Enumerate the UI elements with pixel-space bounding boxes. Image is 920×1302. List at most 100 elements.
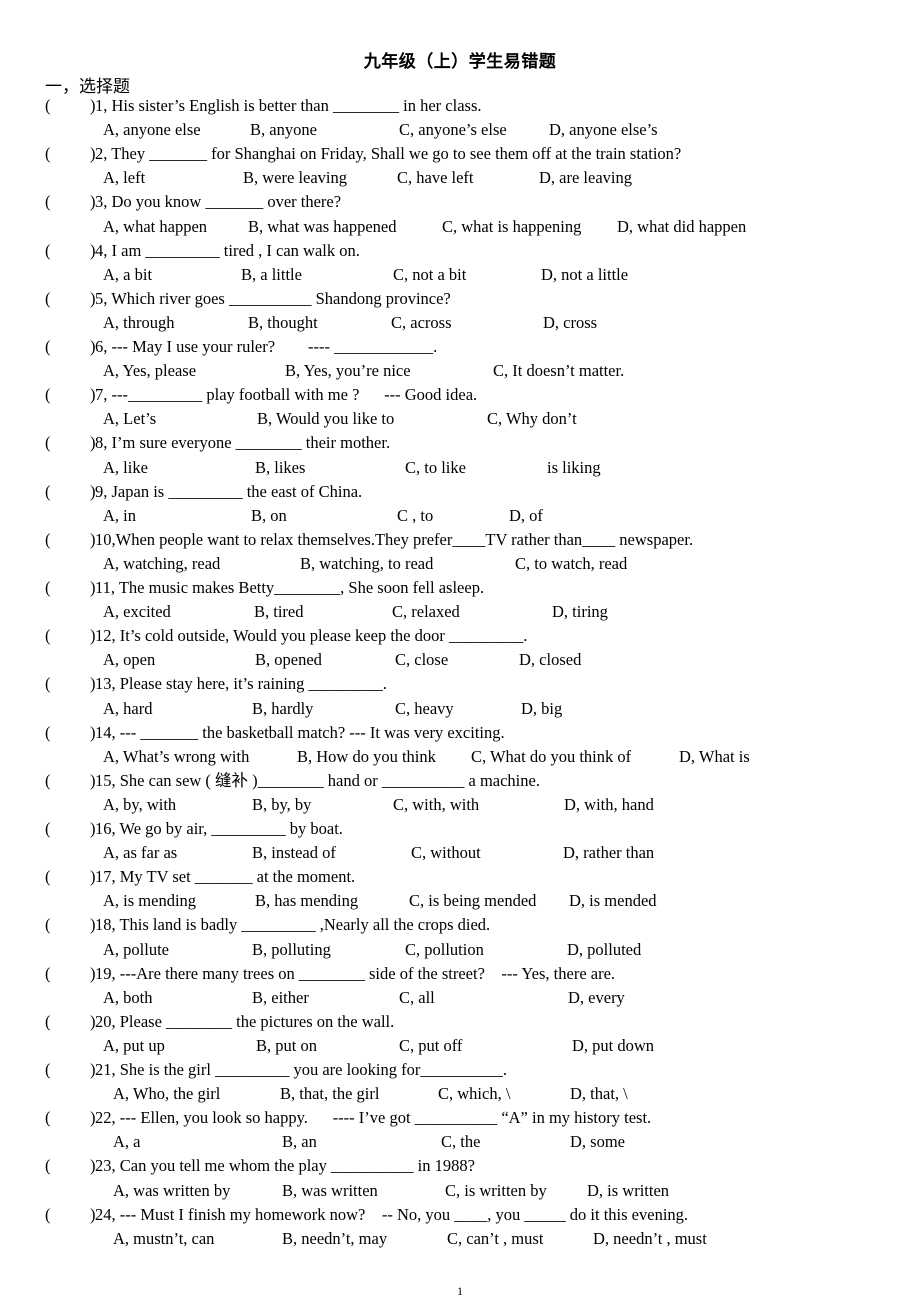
question-22-options: A, a B, an C, the D, some	[0, 1131, 920, 1153]
answer-option: C, close	[395, 650, 449, 670]
answer-blank-open: (	[45, 1156, 51, 1176]
answer-option: C, put off	[399, 1036, 463, 1055]
question-stem: 8, I’m sure everyone ________ their moth…	[95, 433, 391, 453]
question-18-options: A, pollute B, polluting C, pollution D, pol…	[0, 939, 920, 961]
question-20-options: A, put up B, put on C, put off D, put down	[0, 1035, 920, 1057]
answer-option: D, needn’t , must	[593, 1228, 707, 1248]
answer-blank-open: (	[45, 288, 51, 308]
answer-option: D, cross	[543, 313, 598, 332]
question-16-options: A, as far as B, instead of C, without D, ra…	[0, 842, 920, 864]
question-stem: 22, --- Ellen, you look so happy. ---- I…	[95, 1108, 652, 1128]
answer-option: A, like	[103, 457, 148, 477]
answer-blank-open: (	[45, 433, 51, 453]
question-stem: 20, Please ________ the pictures on the …	[95, 1011, 395, 1031]
answer-option: B, thought	[248, 313, 318, 332]
document-title: 九年级（上）学生易错题	[363, 52, 557, 71]
answer-blank-open: (	[45, 529, 51, 549]
answer-blank-open: (	[45, 722, 51, 742]
answer-option: B, instead of	[252, 843, 336, 863]
answer-option: B, what was happened	[248, 216, 397, 236]
answer-option: A, Let’s	[103, 409, 157, 429]
answer-option: C, what is happening	[442, 216, 582, 236]
answer-option: C , to	[397, 505, 434, 525]
question-21-options: A, Who, the girl B, that, the girl C, whic…	[0, 1083, 920, 1105]
section-heading: 一，选择题	[45, 77, 130, 96]
answer-blank-open: (	[45, 674, 51, 694]
answer-blank-open: (	[45, 626, 51, 646]
answer-option: D, of	[509, 505, 543, 525]
answer-option: B, polluting	[252, 939, 331, 959]
answer-option: B, was written	[282, 1180, 378, 1200]
answer-option: D, closed	[519, 650, 582, 670]
answer-option: D, every	[568, 987, 625, 1007]
answer-option: B, hardly	[252, 698, 314, 718]
question-stem: 2, They _______ for Shanghai on Friday, …	[95, 144, 682, 164]
question-stem: 24, --- Must I finish my homework now? -…	[95, 1204, 689, 1224]
question-stem: 10,When people want to relax themselves.…	[95, 529, 694, 549]
answer-option: B, How do you think	[297, 746, 436, 766]
answer-blank-open: (	[45, 337, 51, 356]
page-number: 1	[457, 1284, 463, 1298]
question-stem: 3, Do you know _______ over there?	[95, 192, 342, 212]
answer-option: D, what did happen	[617, 216, 747, 236]
answer-blank-open: (	[45, 963, 51, 983]
answer-option: B, likes	[255, 457, 306, 477]
answer-blank-open: (	[45, 770, 51, 790]
answer-option: A, Who, the girl	[113, 1084, 221, 1104]
answer-option: A, excited	[103, 602, 171, 622]
answer-option: C, Why don’t	[487, 409, 577, 429]
question-7-options: A, Let’s B, Would you like to C, Why don’t	[0, 408, 920, 430]
question-stem: 6, --- May I use your ruler? ---- ______…	[95, 337, 438, 356]
answer-option: D, are leaving	[539, 168, 632, 188]
question-13-options: A, hard B, hardly C, heavy D, big	[0, 698, 920, 720]
answer-option: B, anyone	[250, 120, 317, 140]
answer-option: B, on	[251, 505, 287, 525]
question-9-options: A, in B, on C , to D, of	[0, 505, 920, 527]
question-stem: 1, His sister’s English is better than _…	[95, 96, 482, 115]
answer-option: C, with, with	[393, 795, 480, 814]
question-stem: 18, This land is badly _________ ,Nearly…	[95, 915, 491, 935]
question-12-options: A, open B, opened C, close D, closed	[0, 649, 920, 671]
answer-option: B, either	[252, 987, 309, 1007]
answer-option: B, tired	[254, 602, 304, 622]
question-stem: 21, She is the girl _________ you are lo…	[95, 1060, 508, 1079]
question-stem: 12, It’s cold outside, Would you please …	[95, 626, 528, 646]
answer-blank-open: (	[45, 1108, 51, 1128]
answer-option: A, both	[103, 987, 153, 1007]
answer-blank-open: (	[45, 867, 51, 887]
answer-option: B, watching, to read	[300, 554, 434, 573]
answer-option: D, What is	[679, 746, 750, 766]
question-6-options: A, Yes, please B, Yes, you’re nice C, It d…	[0, 360, 920, 382]
answer-option: A, a bit	[103, 264, 153, 284]
question-stem: 4, I am _________ tired , I can walk on.	[95, 240, 360, 260]
question-14-options: A, What’s wrong with B, How do you think C…	[0, 746, 920, 768]
answer-option: C, have left	[397, 168, 474, 188]
answer-blank-open: (	[45, 385, 51, 405]
answer-option: C, across	[391, 313, 452, 332]
question-stem: 17, My TV set _______ at the moment.	[95, 867, 356, 887]
answer-option: A, a	[113, 1132, 141, 1152]
answer-option: B, that, the girl	[280, 1084, 380, 1104]
answer-blank-open: (	[45, 1060, 51, 1079]
question-23-options: A, was written by B, was written C, is wri…	[0, 1180, 920, 1202]
answer-option: A, as far as	[103, 843, 178, 863]
answer-option: C, to watch, read	[515, 554, 628, 573]
answer-option: C, to like	[405, 457, 466, 477]
answer-option: D, with, hand	[564, 795, 654, 814]
question-4-options: A, a bit B, a little C, not a bit D, not a …	[0, 264, 920, 286]
answer-option: D, that, \	[570, 1084, 628, 1104]
answer-option: D, anyone else’s	[549, 120, 658, 140]
question-stem: 5, Which river goes __________ Shandong …	[95, 288, 451, 308]
answer-option: C, is written by	[445, 1180, 547, 1200]
answer-option: B, Yes, you’re nice	[285, 361, 411, 381]
answer-blank-open: (	[45, 240, 51, 260]
answer-option: C, heavy	[395, 698, 454, 718]
question-15-options: A, by, with B, by, by C, with, with D, with…	[0, 794, 920, 816]
answer-option: C, It doesn’t matter.	[493, 361, 625, 381]
answer-option: C, relaxed	[392, 602, 460, 622]
answer-option: B, were leaving	[243, 168, 348, 188]
answer-option: A, by, with	[103, 795, 177, 814]
answer-blank-open: (	[45, 192, 51, 212]
answer-blank-open: (	[45, 578, 51, 597]
question-24-options: A, mustn’t, can B, needn’t, may C, can’t ,…	[0, 1228, 920, 1250]
